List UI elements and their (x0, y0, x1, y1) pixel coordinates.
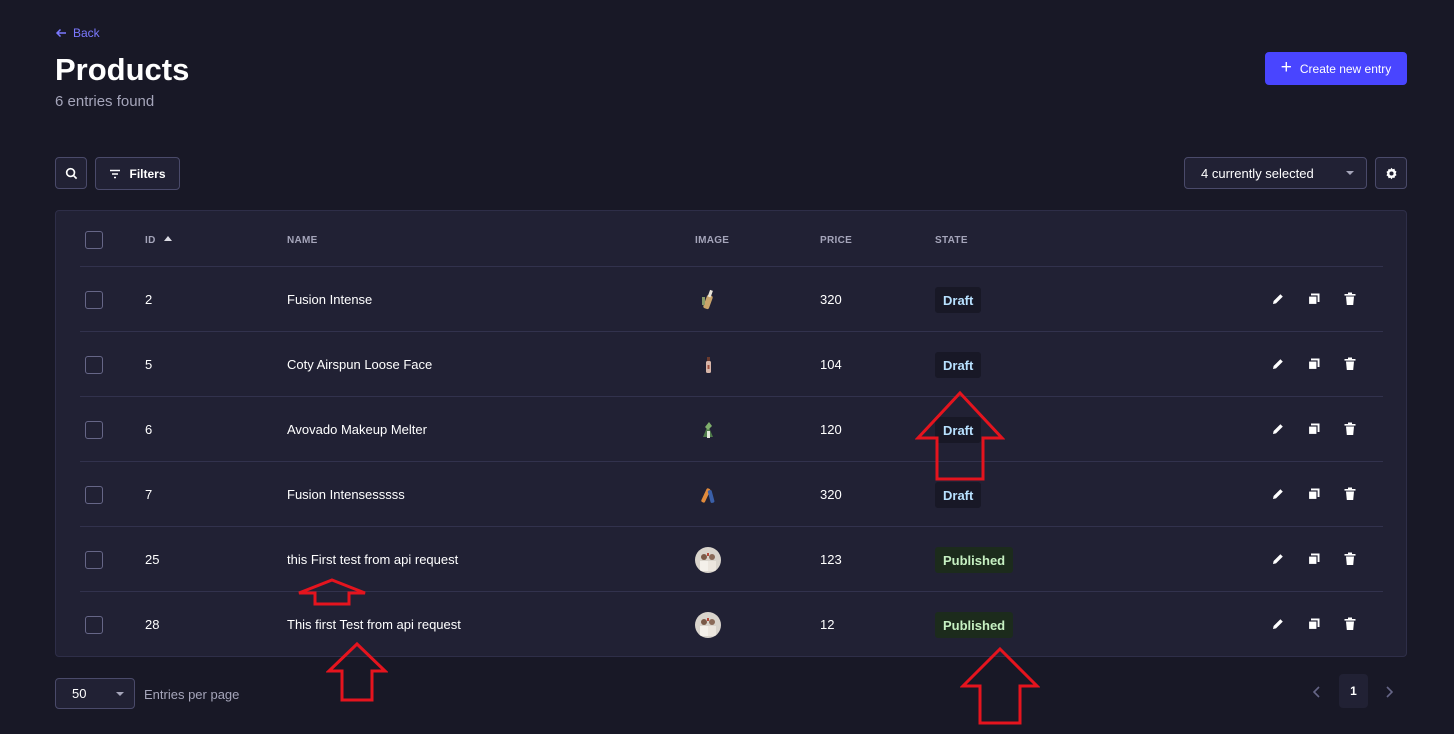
status-badge: Draft (935, 287, 982, 313)
row-checkbox[interactable] (85, 291, 103, 309)
table-header: ID NAME IMAGE PRICE STATE (80, 211, 1383, 267)
page-number-current[interactable]: 1 (1339, 674, 1368, 708)
row-price: 104 (820, 357, 842, 372)
back-link[interactable]: Back (55, 26, 100, 40)
caret-down-icon (1346, 171, 1354, 175)
table-row[interactable]: 25 this First test from api request 123 … (80, 527, 1383, 592)
entries-count: 6 entries found (55, 93, 155, 110)
row-id: 5 (145, 357, 153, 372)
plus-icon: + (1280, 57, 1292, 78)
row-name: This first Test from api request (287, 617, 461, 632)
duplicate-icon[interactable] (1307, 357, 1321, 371)
row-price: 123 (820, 552, 842, 567)
row-name: this First test from api request (287, 552, 459, 567)
row-checkbox[interactable] (85, 356, 103, 374)
trash-icon[interactable] (1343, 552, 1357, 566)
edit-icon[interactable] (1271, 617, 1285, 631)
table-row[interactable]: 7 Fusion Intensesssss 320 Draft (80, 462, 1383, 527)
plant-icon (695, 417, 721, 443)
edit-icon[interactable] (1271, 357, 1285, 371)
table-row[interactable]: 5 Coty Airspun Loose Face 104 Draft (80, 332, 1383, 397)
column-header-id[interactable]: ID (145, 235, 172, 246)
trash-icon[interactable] (1343, 292, 1357, 306)
table-row[interactable]: 2 Fusion Intense 320 Draft (80, 267, 1383, 332)
search-button[interactable] (55, 157, 87, 189)
column-header-state[interactable]: STATE (935, 235, 968, 246)
trash-icon[interactable] (1343, 487, 1357, 501)
row-id: 2 (145, 292, 153, 307)
create-label: Create new entry (1299, 61, 1392, 76)
columns-select-value: 4 currently selected (1201, 165, 1314, 181)
search-icon (65, 167, 77, 179)
status-badge: Published (935, 612, 1014, 638)
column-header-price[interactable]: PRICE (820, 235, 852, 246)
filters-button[interactable]: Filters (95, 157, 180, 190)
row-name: Avovado Makeup Melter (287, 422, 427, 437)
previous-page-icon[interactable] (1311, 685, 1323, 699)
row-price: 12 (820, 617, 835, 632)
tube-icon (695, 482, 721, 508)
row-name: Coty Airspun Loose Face (287, 357, 433, 372)
duplicate-icon[interactable] (1307, 552, 1321, 566)
row-checkbox[interactable] (85, 486, 103, 504)
create-new-entry-button[interactable]: + Create new entry (1265, 52, 1407, 85)
trash-icon[interactable] (1343, 357, 1357, 371)
row-price: 320 (820, 292, 842, 307)
row-checkbox[interactable] (85, 616, 103, 634)
duplicate-icon[interactable] (1307, 292, 1321, 306)
duplicate-icon[interactable] (1307, 617, 1321, 631)
bottle-icon (695, 352, 721, 378)
avatar-photo (695, 547, 721, 573)
arrow-left-icon (55, 28, 66, 38)
row-id: 25 (145, 552, 160, 567)
status-badge: Draft (935, 417, 982, 443)
row-id: 6 (145, 422, 153, 437)
trash-icon[interactable] (1343, 617, 1357, 631)
edit-icon[interactable] (1271, 292, 1285, 306)
next-page-icon[interactable] (1383, 685, 1395, 699)
duplicate-icon[interactable] (1307, 487, 1321, 501)
entries-per-page-select[interactable]: 50 (55, 678, 135, 709)
edit-icon[interactable] (1271, 487, 1285, 501)
entries-per-page-value: 50 (72, 686, 87, 701)
status-badge: Published (935, 547, 1014, 573)
duplicate-icon[interactable] (1307, 422, 1321, 436)
table-row[interactable]: 6 Avovado Makeup Melter 120 Draft (80, 397, 1383, 462)
filter-icon (110, 169, 121, 178)
row-id: 28 (145, 617, 160, 632)
settings-button[interactable] (1375, 157, 1407, 189)
select-all-checkbox[interactable] (85, 231, 103, 249)
sort-ascending-icon (163, 236, 172, 242)
trash-icon[interactable] (1343, 422, 1357, 436)
status-badge: Draft (935, 482, 982, 508)
avatar-photo (695, 612, 721, 638)
entries-per-page-label: Entries per page (144, 687, 240, 702)
column-header-name[interactable]: NAME (287, 235, 318, 246)
column-header-image[interactable]: IMAGE (695, 235, 729, 246)
row-price: 120 (820, 422, 842, 437)
row-price: 320 (820, 487, 842, 502)
edit-icon[interactable] (1271, 552, 1285, 566)
row-id: 7 (145, 487, 153, 502)
row-name: Fusion Intensesssss (287, 487, 405, 502)
caret-down-icon (116, 692, 124, 696)
row-name: Fusion Intense (287, 292, 373, 307)
table-row[interactable]: 28 This first Test from api request 12 P… (80, 592, 1383, 657)
edit-icon[interactable] (1271, 422, 1285, 436)
row-checkbox[interactable] (85, 421, 103, 439)
annotation-arrow-up-icon (960, 646, 1040, 725)
filters-label: Filters (129, 166, 166, 181)
status-badge: Draft (935, 352, 982, 378)
columns-select[interactable]: 4 currently selected (1184, 157, 1367, 189)
back-label: Back (73, 26, 100, 40)
gear-icon (1385, 167, 1397, 179)
bottle-icon (695, 287, 721, 313)
row-checkbox[interactable] (85, 551, 103, 569)
entries-table: ID NAME IMAGE PRICE STATE 2 Fusion Inten… (55, 210, 1407, 657)
page-title: Products (55, 52, 190, 87)
